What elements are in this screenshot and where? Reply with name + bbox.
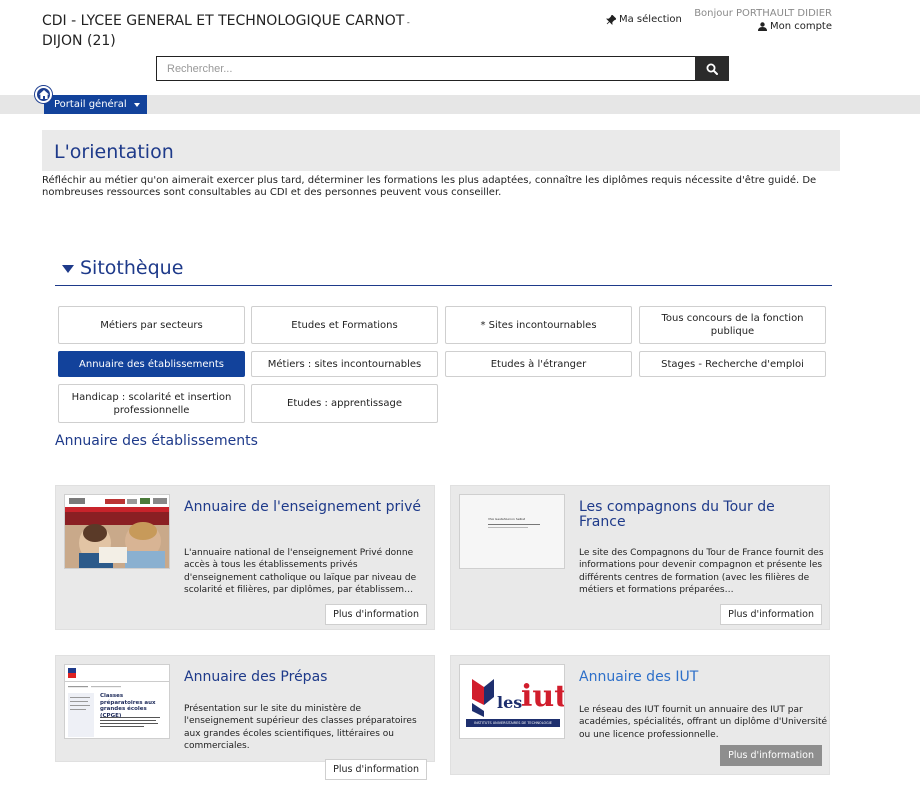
my-selection-label: Ma sélection [619,14,682,25]
logo-les: les [497,693,523,712]
pin-icon [606,14,616,25]
my-selection-link[interactable]: Ma sélection [606,14,682,25]
greeting: Bonjour PORTHAULT DIDIER [694,8,832,19]
tile-label: * Sites incontournables [480,319,597,331]
sitotheque-toggle[interactable]: Sitothèque [62,257,183,279]
tile-apprentissage[interactable]: Etudes : apprentissage [251,384,438,423]
more-info-button[interactable]: Plus d'information [720,604,822,625]
card-title-link[interactable]: Annuaire des IUT [579,670,824,685]
my-account-link[interactable]: Mon compte [757,21,832,32]
tile-sites-incontournables[interactable]: * Sites incontournables [445,306,632,344]
divider [55,285,832,286]
resource-card: Annuaire de l'enseignement privé L'annua… [55,485,435,630]
thumbnail-image[interactable]: VSA Gestahlunion Selbst [459,494,565,569]
site-title-line2: DIJON (21) [42,33,116,49]
tile-label: Stages - Recherche d'emploi [661,358,804,370]
tile-label: Etudes : apprentissage [287,398,402,409]
section-title: Annuaire des établissements [55,433,258,449]
tile-label: Etudes à l'étranger [490,358,587,370]
thumbnail-heading: Classes préparatoires aux grandes écoles… [100,693,156,719]
tile-metiers-secteurs[interactable]: Métiers par secteurs [58,306,245,344]
card-title-link[interactable]: Annuaire des Prépas [184,670,429,685]
my-account-label: Mon compte [769,21,832,32]
sitotheque-heading: Sitothèque [80,257,184,279]
logo-iut: iut [521,679,565,714]
card-description: Le réseau des IUT fournit un annuaire de… [579,705,828,740]
page-title: L'orientation [54,141,174,163]
tile-concours-fonction-publique[interactable]: Tous concours de la fonction publique [639,306,826,344]
caret-down-icon [133,102,140,107]
home-icon [38,90,49,99]
tile-label: Tous concours de la fonction publique [661,313,804,337]
site-title-line1: CDI - LYCEE GENERAL ET TECHNOLOGIQUE CAR… [42,13,405,29]
thumbnail-image[interactable] [64,494,170,569]
card-title-link[interactable]: Les compagnons du Tour de France [579,500,824,530]
card-description: Le site des Compagnons du Tour de France… [579,548,824,595]
tile-label: Métiers par secteurs [100,319,203,331]
card-title-link[interactable]: Annuaire de l'enseignement privé [184,500,429,515]
card-description: Présentation sur le site du ministère de… [184,704,417,751]
thumbnail-image[interactable]: Classes préparatoires aux grandes écoles… [64,664,170,739]
tile-label: Etudes et Formations [291,319,398,331]
home-button[interactable] [35,86,52,103]
tile-handicap[interactable]: Handicap : scolarité et insertion profes… [58,384,245,423]
site-title[interactable]: CDI - LYCEE GENERAL ET TECHNOLOGIQUE CAR… [42,12,422,51]
more-info-button[interactable]: Plus d'information [325,604,427,625]
tile-label: Métiers : sites incontournables [267,358,422,370]
tile-annuaire-etablissements[interactable]: Annuaire des établissements [58,351,245,377]
caret-down-icon [62,265,74,273]
tile-label: Handicap : scolarité et insertion profes… [71,391,232,416]
search-button[interactable] [695,56,729,81]
tile-stages-emploi[interactable]: Stages - Recherche d'emploi [639,351,826,377]
card-description: L'annuaire national de l'enseignement Pr… [184,548,417,595]
user-icon [757,22,767,31]
resource-card: Classes préparatoires aux grandes écoles… [55,655,435,780]
search-icon [706,63,718,75]
logo-caption: INSTITUTS UNIVERSITAIRES DE TECHNOLOGIE [474,721,552,725]
resource-card: VSA Gestahlunion Selbst Les compagnons d… [450,485,830,630]
search-bar [156,56,729,81]
tile-etudes-formations[interactable]: Etudes et Formations [251,306,438,344]
site-title-separator: - [404,18,410,27]
portal-menu-label: Portail général [54,99,127,110]
page-title-bar: L'orientation [42,130,840,171]
page-intro: Réfléchir au métier qu'on aimerait exerc… [42,175,817,198]
more-info-button[interactable]: Plus d'information [325,759,427,780]
tile-metiers-sites[interactable]: Métiers : sites incontournables [251,351,438,377]
more-info-button[interactable]: Plus d'information [720,745,822,766]
tile-etudes-etranger[interactable]: Etudes à l'étranger [445,351,632,377]
resource-card: les iut INSTITUTS UNIVERSITAIRES DE TECH… [450,655,830,775]
tile-label: Annuaire des établissements [79,358,224,370]
portal-menu-button[interactable]: Portail général [44,95,147,114]
search-input[interactable] [156,56,695,81]
thumbnail-image[interactable]: les iut INSTITUTS UNIVERSITAIRES DE TECH… [459,664,565,739]
